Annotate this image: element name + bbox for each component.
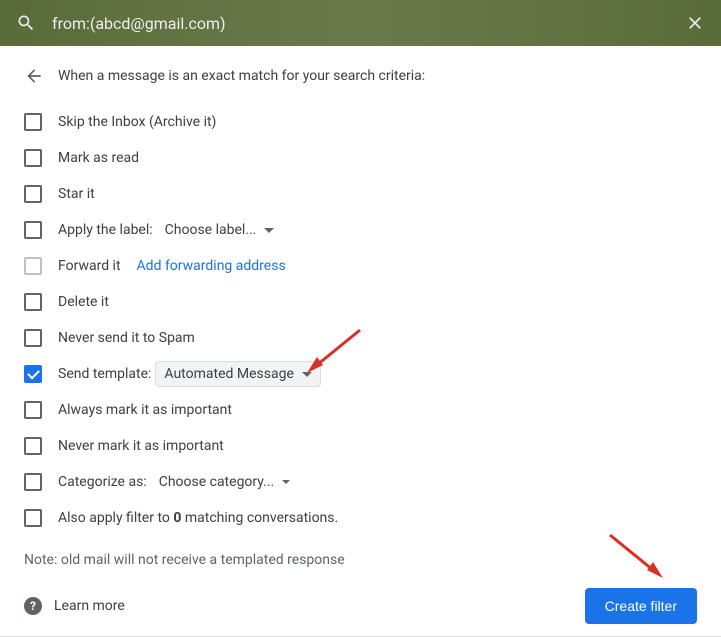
back-arrow-icon[interactable]: [24, 66, 44, 86]
option-delete: Delete it: [24, 284, 697, 320]
option-categorize: Categorize as: Choose category...: [24, 464, 697, 500]
header-text: When a message is an exact match for you…: [58, 68, 425, 84]
create-filter-button[interactable]: Create filter: [585, 588, 697, 624]
help-icon[interactable]: ?: [24, 597, 42, 615]
dropdown-send-template[interactable]: Automated Message: [155, 361, 320, 387]
label-never-important: Never mark it as important: [58, 438, 224, 454]
checkbox-star[interactable]: [24, 185, 42, 203]
label-apply-label: Apply the label:: [58, 222, 153, 238]
search-query[interactable]: from:(abcd@gmail.com): [52, 14, 685, 33]
option-send-template: Send template: Automated Message: [24, 356, 697, 392]
dropdown-apply-label[interactable]: Choose label...: [157, 218, 283, 242]
header-row: When a message is an exact match for you…: [24, 66, 697, 86]
note-text: Note: old mail will not receive a templa…: [24, 552, 697, 568]
search-icon: [16, 13, 36, 33]
link-add-forwarding[interactable]: Add forwarding address: [137, 258, 286, 274]
search-bar: from:(abcd@gmail.com): [0, 0, 721, 46]
checkbox-also-apply[interactable]: [24, 509, 42, 527]
dropdown-send-template-value: Automated Message: [164, 366, 293, 382]
checkbox-never-spam[interactable]: [24, 329, 42, 347]
dropdown-categorize-value: Choose category...: [159, 474, 275, 490]
checkbox-delete[interactable]: [24, 293, 42, 311]
label-delete: Delete it: [58, 294, 109, 310]
label-mark-read: Mark as read: [58, 150, 139, 166]
option-also-apply: Also apply filter to 0 matching conversa…: [24, 500, 697, 536]
label-send-template: Send template:: [58, 366, 151, 382]
footer: ? Learn more Create filter: [24, 588, 697, 624]
checkbox-skip-inbox[interactable]: [24, 113, 42, 131]
option-apply-label: Apply the label: Choose label...: [24, 212, 697, 248]
label-skip-inbox: Skip the Inbox (Archive it): [58, 114, 216, 130]
label-also-apply: Also apply filter to 0 matching conversa…: [58, 510, 338, 526]
checkbox-send-template[interactable]: [24, 365, 42, 383]
help-section: ? Learn more: [24, 597, 125, 615]
label-always-important: Always mark it as important: [58, 402, 232, 418]
label-categorize: Categorize as:: [58, 474, 147, 490]
checkbox-mark-read[interactable]: [24, 149, 42, 167]
dropdown-categorize[interactable]: Choose category...: [151, 470, 299, 494]
checkbox-always-important[interactable]: [24, 401, 42, 419]
caret-down-icon: [282, 480, 290, 484]
caret-down-icon: [302, 372, 312, 377]
filter-panel: When a message is an exact match for you…: [0, 46, 721, 637]
option-mark-read: Mark as read: [24, 140, 697, 176]
option-never-important: Never mark it as important: [24, 428, 697, 464]
option-star: Star it: [24, 176, 697, 212]
learn-more-link[interactable]: Learn more: [54, 598, 125, 614]
label-forward: Forward it: [58, 258, 121, 274]
checkbox-apply-label[interactable]: [24, 221, 42, 239]
option-skip-inbox: Skip the Inbox (Archive it): [24, 104, 697, 140]
label-star: Star it: [58, 186, 95, 202]
checkbox-never-important[interactable]: [24, 437, 42, 455]
checkbox-forward[interactable]: [24, 257, 42, 275]
caret-down-icon: [264, 228, 274, 233]
option-forward: Forward it Add forwarding address: [24, 248, 697, 284]
label-never-spam: Never send it to Spam: [58, 330, 195, 346]
option-never-spam: Never send it to Spam: [24, 320, 697, 356]
dropdown-apply-label-value: Choose label...: [165, 222, 257, 238]
checkbox-categorize[interactable]: [24, 473, 42, 491]
option-always-important: Always mark it as important: [24, 392, 697, 428]
close-icon[interactable]: [685, 13, 705, 33]
